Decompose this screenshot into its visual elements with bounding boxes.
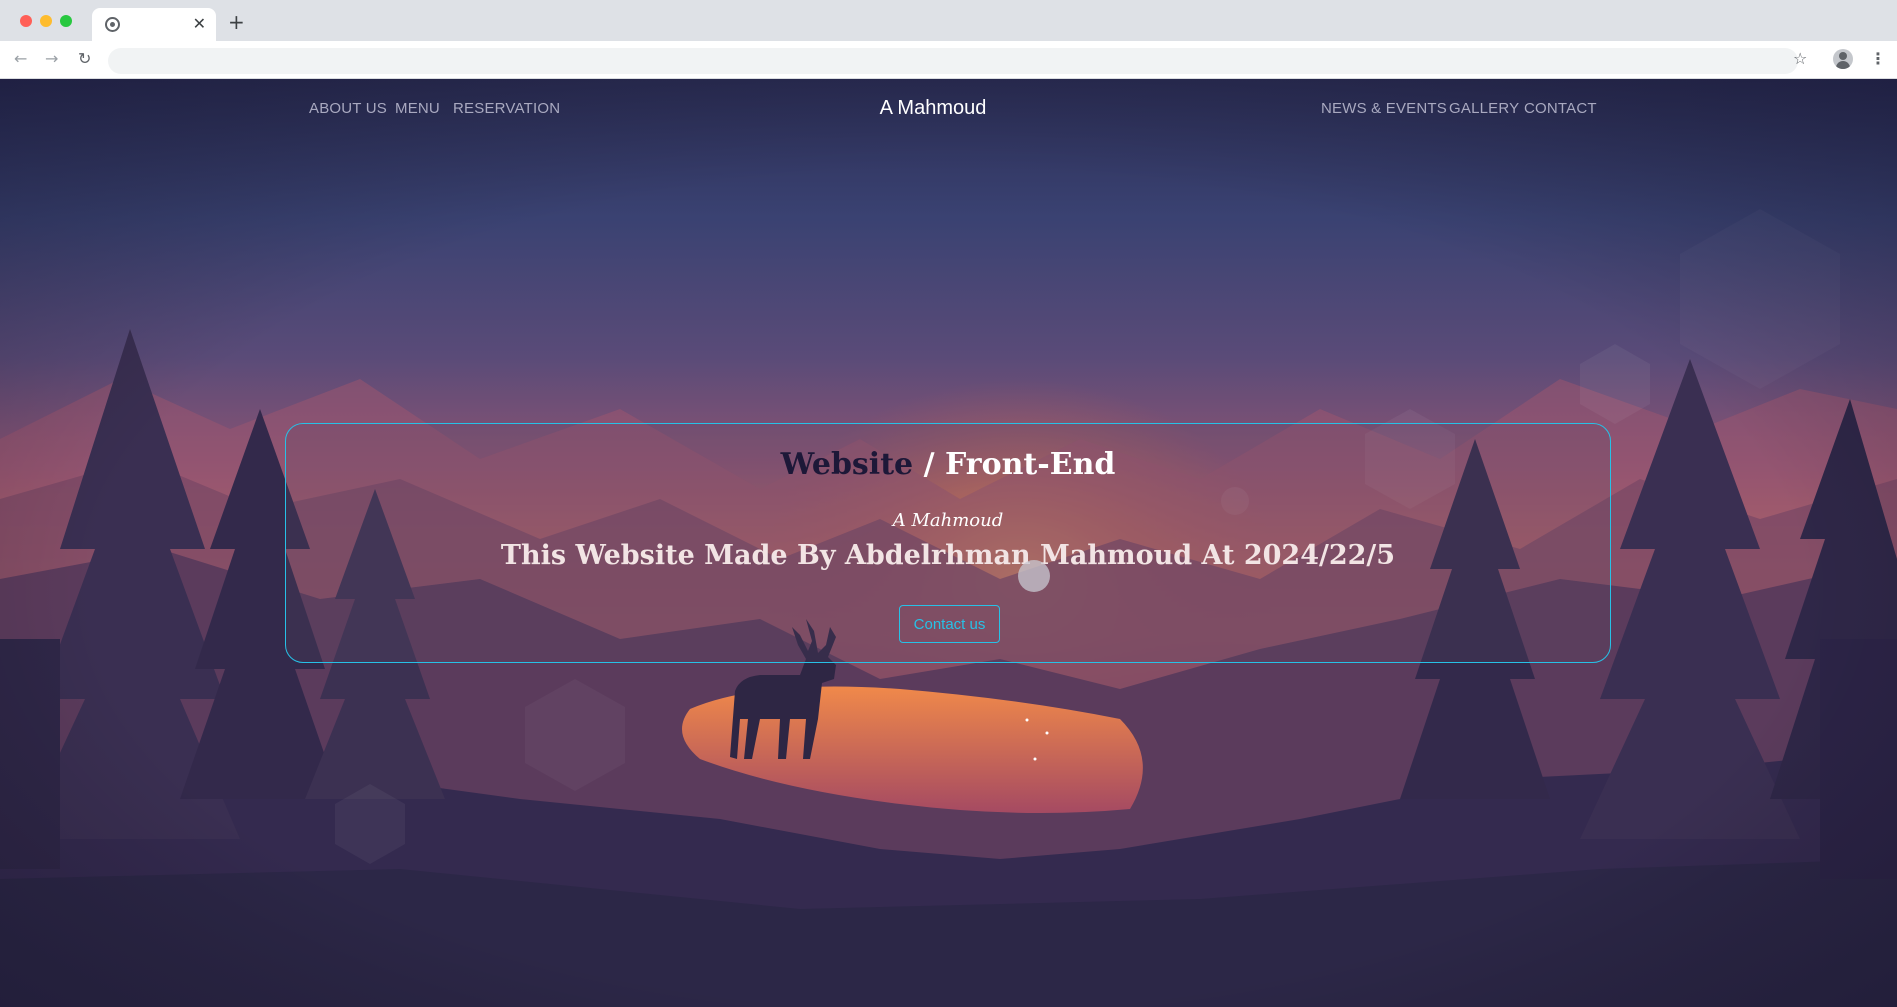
- hero-title-rest: Front-End: [945, 447, 1116, 482]
- browser-tab[interactable]: ✕: [92, 8, 216, 41]
- address-bar[interactable]: [108, 48, 1798, 74]
- hero-subtitle: This Website Made By Abdelrhman Mahmoud …: [500, 540, 1396, 571]
- site-navigation: ABOUT US MENU RESERVATION A Mahmoud NEWS…: [0, 79, 1897, 139]
- profile-avatar-icon[interactable]: [1833, 49, 1853, 69]
- close-tab-icon[interactable]: ✕: [193, 14, 206, 34]
- hero-title-separator: /: [913, 447, 946, 482]
- chrome-favicon-icon: [105, 17, 120, 32]
- hero-title: Website / Front-End: [286, 446, 1610, 484]
- close-window-button[interactable]: [20, 15, 32, 27]
- nav-link-gallery[interactable]: GALLERY: [1449, 99, 1519, 119]
- browser-menu-icon[interactable]: ⋮: [1870, 49, 1886, 69]
- browser-toolbar: ← → ↻ ☆ ⋮: [0, 41, 1897, 79]
- browser-tab-strip: ✕ +: [0, 0, 1897, 41]
- back-arrow-icon[interactable]: ←: [14, 49, 27, 69]
- maximize-window-button[interactable]: [60, 15, 72, 27]
- forward-arrow-icon[interactable]: →: [45, 49, 58, 69]
- contact-us-button[interactable]: Contact us: [899, 605, 1000, 643]
- new-tab-button[interactable]: +: [228, 12, 245, 32]
- nav-link-news-events[interactable]: NEWS & EVENTS: [1321, 99, 1447, 119]
- hero-title-accent: Website: [780, 447, 914, 482]
- nav-link-contact[interactable]: CONTACT: [1524, 99, 1597, 119]
- hero-signature: A Mahmoud: [892, 510, 1004, 531]
- hero-card: Website / Front-End A Mahmoud This Websi…: [285, 423, 1611, 663]
- minimize-window-button[interactable]: [40, 15, 52, 27]
- reload-icon[interactable]: ↻: [78, 49, 91, 69]
- page-viewport: ABOUT US MENU RESERVATION A Mahmoud NEWS…: [0, 79, 1897, 1007]
- cursor-follower-dot: [1018, 560, 1050, 592]
- bookmark-star-icon[interactable]: ☆: [1793, 48, 1807, 70]
